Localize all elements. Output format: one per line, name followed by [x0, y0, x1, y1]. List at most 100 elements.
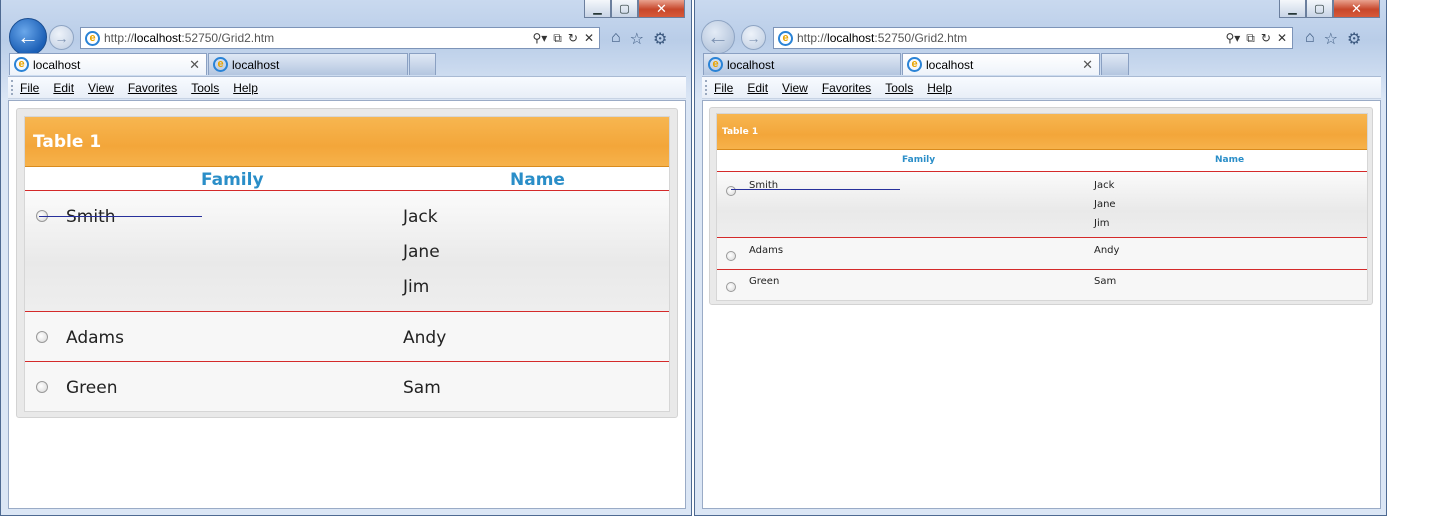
back-button[interactable]: ← [9, 18, 47, 56]
grid-title: Table 1 [717, 114, 1367, 150]
row-radio[interactable] [726, 251, 736, 261]
tab-localhost-2[interactable]: e localhost [208, 53, 408, 75]
tab-label: localhost [727, 57, 775, 72]
ie-logo-icon: e [708, 57, 723, 72]
tab-label: localhost [926, 57, 974, 72]
column-header-name[interactable]: Name [1215, 155, 1244, 165]
url-prefix: http:// [797, 31, 828, 45]
search-icon[interactable]: ⚲▾ [1225, 31, 1240, 46]
tab-localhost-1[interactable]: e localhost [703, 53, 901, 75]
menu-help[interactable]: Help [927, 81, 952, 95]
ie-logo-icon: e [213, 57, 228, 72]
maximize-button[interactable]: ▢ [611, 0, 638, 18]
back-button[interactable]: ← [701, 20, 735, 54]
name-cell: Jane [403, 242, 440, 262]
new-tab-button[interactable] [1101, 53, 1129, 75]
row-radio[interactable] [726, 186, 736, 196]
address-bar[interactable]: e http://localhost:52750/Grid2.htm ⚲▾ ⧉ … [773, 27, 1293, 49]
name-cell: Andy [1094, 245, 1120, 256]
menu-edit[interactable]: Edit [53, 81, 74, 95]
grid-header-row: Family Name [25, 167, 669, 191]
window-caption-buttons: ▁ ▢ ✕ [584, 0, 685, 18]
command-icons: ⌂ ☆ ⚙ [611, 29, 667, 49]
table-row[interactable]: Adams Andy [717, 238, 1367, 270]
ie-logo-icon: e [907, 57, 922, 72]
tab-label: localhost [232, 57, 280, 72]
menu-edit[interactable]: Edit [747, 81, 768, 95]
close-window-button[interactable]: ✕ [638, 0, 685, 18]
refresh-icon[interactable]: ↻ [568, 31, 578, 46]
menu-view[interactable]: View [88, 81, 114, 95]
window-caption-buttons: ▁ ▢ ✕ [1279, 0, 1380, 18]
data-grid: Table 1 Family Name Smith Jack Jane Jim … [24, 116, 670, 412]
menu-view[interactable]: View [782, 81, 808, 95]
home-icon[interactable]: ⌂ [1305, 29, 1315, 49]
forward-arrow-icon: → [746, 29, 761, 46]
menu-tools[interactable]: Tools [191, 81, 219, 95]
forward-button[interactable]: → [49, 25, 74, 50]
name-cell: Andy [403, 328, 447, 348]
url-host: localhost [827, 31, 875, 45]
strike-line [731, 189, 900, 190]
url-host: localhost [134, 31, 182, 45]
maximize-icon: ▢ [619, 3, 630, 15]
column-header-name[interactable]: Name [510, 170, 565, 190]
page-viewport: Table 1 Family Name Smith Jack Jane Jim … [702, 100, 1381, 509]
minimize-button[interactable]: ▁ [584, 0, 611, 18]
menu-help[interactable]: Help [233, 81, 258, 95]
compat-view-icon[interactable]: ⧉ [553, 31, 562, 46]
command-icons: ⌂ ☆ ⚙ [1305, 29, 1361, 49]
column-header-family[interactable]: Family [201, 170, 264, 190]
new-tab-button[interactable] [409, 53, 436, 75]
row-radio[interactable] [36, 381, 48, 393]
row-radio[interactable] [726, 282, 736, 292]
favorites-star-icon[interactable]: ☆ [1324, 29, 1338, 49]
table-row[interactable]: Adams Andy [25, 312, 669, 362]
tab-localhost-1[interactable]: e localhost ✕ [9, 53, 207, 75]
menu-favorites[interactable]: Favorites [128, 81, 177, 95]
family-cell: Green [749, 276, 780, 287]
table-row[interactable]: Smith Jack Jane Jim [717, 172, 1367, 238]
menu-bar: File Edit View Favorites Tools Help [8, 76, 686, 99]
toolbar-grip [11, 80, 16, 95]
menu-file[interactable]: File [714, 81, 733, 95]
home-icon[interactable]: ⌂ [611, 29, 621, 49]
close-window-button[interactable]: ✕ [1333, 0, 1380, 18]
table-row[interactable]: Green Sam [717, 270, 1367, 300]
close-icon[interactable]: ✕ [1082, 57, 1093, 73]
compat-view-icon[interactable]: ⧉ [1246, 31, 1255, 46]
close-icon[interactable]: ✕ [189, 57, 200, 73]
url-prefix: http:// [104, 31, 135, 45]
menu-file[interactable]: File [20, 81, 39, 95]
favorites-star-icon[interactable]: ☆ [630, 29, 644, 49]
settings-gear-icon[interactable]: ⚙ [1347, 29, 1361, 49]
strike-line [39, 216, 202, 217]
forward-button[interactable]: → [741, 25, 766, 50]
menu-tools[interactable]: Tools [885, 81, 913, 95]
row-radio[interactable] [36, 331, 48, 343]
maximize-button[interactable]: ▢ [1306, 0, 1333, 18]
name-cell: Jim [403, 277, 430, 297]
settings-gear-icon[interactable]: ⚙ [653, 29, 667, 49]
menu-favorites[interactable]: Favorites [822, 81, 871, 95]
toolbar-grip [705, 80, 710, 95]
ie-logo-icon: e [778, 30, 793, 46]
name-cell: Jane [1094, 199, 1116, 210]
close-icon: ✕ [1351, 0, 1362, 16]
name-cell: Jim [1094, 218, 1110, 229]
column-header-family[interactable]: Family [902, 155, 935, 165]
stop-icon[interactable]: ✕ [1277, 31, 1287, 46]
tab-localhost-2[interactable]: e localhost ✕ [902, 53, 1100, 75]
ie-logo-icon: e [14, 57, 29, 72]
table-row[interactable]: Smith Jack Jane Jim [25, 191, 669, 312]
ie-logo-icon: e [85, 30, 100, 46]
browser-window-right: ▁ ▢ ✕ ← → e http://localhost:52750/Grid2… [694, 0, 1387, 516]
search-icon[interactable]: ⚲▾ [532, 31, 547, 46]
refresh-icon[interactable]: ↻ [1261, 31, 1271, 46]
stop-icon[interactable]: ✕ [584, 31, 594, 46]
table-row[interactable]: Green Sam [25, 362, 669, 411]
forward-arrow-icon: → [54, 29, 69, 46]
page-viewport: Table 1 Family Name Smith Jack Jane Jim … [8, 100, 686, 509]
minimize-button[interactable]: ▁ [1279, 0, 1306, 18]
address-bar[interactable]: e http://localhost:52750/Grid2.htm ⚲▾ ⧉ … [80, 27, 600, 49]
